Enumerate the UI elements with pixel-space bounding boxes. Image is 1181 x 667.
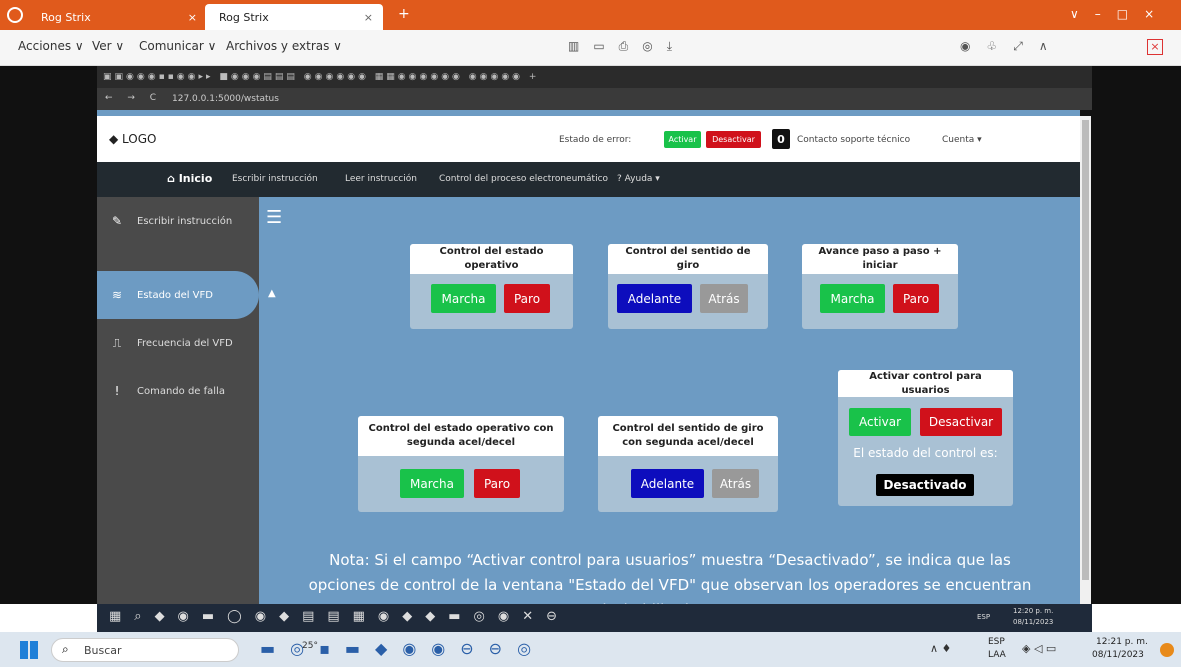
nav-help[interactable]: ? Ayuda ▾: [617, 174, 660, 184]
adelante-button[interactable]: Adelante: [631, 469, 704, 498]
nav-home[interactable]: ⌂ Inicio: [167, 172, 212, 185]
card-sentido-giro-segunda: Control del sentido de giro con segunda …: [598, 416, 778, 512]
remote-taskbar: ▦⌕◆◉▬◯◉◆▤▤▦◉◆◆▬◎◉✕⊖ ESP 12:20 p. m. 08/1…: [97, 604, 1092, 632]
marcha-button[interactable]: Marcha: [431, 284, 496, 313]
teamviewer-toolbar: Acciones ∨ Ver ∨ Comunicar ∨ Archivos y …: [0, 30, 1181, 66]
card-activar-control: Activar control para usuarios Activar De…: [838, 370, 1013, 506]
close-icon[interactable]: ×: [188, 11, 197, 24]
paro-button[interactable]: Paro: [893, 284, 939, 313]
exclamation-icon: !: [114, 384, 120, 398]
windows-start-icon[interactable]: [20, 641, 38, 659]
notification-badge[interactable]: [1160, 643, 1174, 657]
activar-button[interactable]: Activar: [849, 408, 911, 436]
main-navbar: ⌂ Inicio Escribir instrucción Leer instr…: [97, 162, 1080, 197]
nav-read[interactable]: Leer instrucción: [345, 174, 417, 184]
mouse-cursor-icon: ▲: [268, 288, 276, 299]
sidebar-item-escribir[interactable]: ✎ Escribir instrucción: [97, 197, 259, 245]
error-count-badge: 0: [772, 129, 790, 149]
close-session-icon[interactable]: ×: [1147, 39, 1163, 55]
browser-tab-strip[interactable]: ▣▣◉◉◉▪▪◉◉▸▸ ■◉◉◉▤▤▤ ◉◉◉◉◉◉ ▦▦◉◉◉◉◉◉ ◉◉◉◉…: [97, 66, 1092, 88]
tab-rog-strix-1[interactable]: Rog Strix ×: [13, 4, 205, 30]
clock-date[interactable]: 08/11/2023: [1092, 650, 1144, 660]
card-estado-operativo-segunda: Control del estado operativo con segunda…: [358, 416, 564, 512]
scroll-thumb[interactable]: [1082, 120, 1089, 580]
card-title: Control del sentido de giro: [608, 244, 768, 274]
search-placeholder: Buscar: [84, 644, 122, 657]
desactivar-button[interactable]: Desactivar: [920, 408, 1002, 436]
menu-archivos[interactable]: Archivos y extras ∨: [226, 39, 342, 53]
edit-icon: ✎: [111, 214, 123, 228]
atras-button[interactable]: Atrás: [712, 469, 759, 498]
page-scrollbar[interactable]: [1080, 116, 1091, 604]
taskbar-search[interactable]: ⌕ Buscar: [51, 638, 239, 662]
sidebar-item-frecuencia[interactable]: ⎍ Frecuencia del VFD: [97, 319, 259, 367]
card-estado-operativo: Control del estado operativo Marcha Paro: [410, 244, 573, 329]
tab-rog-strix-2[interactable]: Rog Strix ×: [205, 4, 383, 30]
remote-taskbar-icons[interactable]: ▦⌕◆◉▬◯◉◆▤▤▦◉◆◆▬◎◉✕⊖: [109, 609, 570, 624]
hamburger-icon[interactable]: ☰: [266, 207, 282, 228]
clock-time[interactable]: 12:21 p. m.: [1096, 637, 1148, 647]
sidebar-item-falla[interactable]: ! Comando de falla: [97, 367, 259, 415]
marcha-button[interactable]: Marcha: [400, 469, 464, 498]
card-title: Avance paso a paso + iniciar: [802, 244, 958, 274]
close-icon[interactable]: ×: [364, 11, 373, 24]
card-title: Activar control para usuarios: [838, 370, 1013, 397]
lang-laa[interactable]: LAA: [988, 650, 1006, 660]
wave-icon: ⎍: [112, 335, 122, 350]
browser-address-bar[interactable]: ← → C 127.0.0.1:5000/wstatus: [97, 88, 1092, 110]
menu-comunicar[interactable]: Comunicar ∨: [139, 39, 216, 53]
account-menu[interactable]: Cuenta ▾: [942, 135, 982, 145]
card-avance-paso: Avance paso a paso + iniciar Marcha Paro: [802, 244, 958, 329]
paro-button[interactable]: Paro: [474, 469, 520, 498]
teamviewer-tabbar: Rog Strix × Rog Strix × + ∨–□×: [0, 0, 1181, 30]
nav-control[interactable]: Control del proceso electroneumático: [439, 174, 608, 184]
card-title: Control del estado operativo con segunda…: [358, 416, 564, 456]
sidebar: ✎ Escribir instrucción ≋ Estado del VFD ⎍ F…: [97, 197, 259, 604]
card-title: Control del sentido de giro con segunda …: [598, 416, 778, 456]
logo[interactable]: ◆ LOGO: [109, 132, 157, 146]
card-sentido-giro: Control del sentido de giro Adelante Atr…: [608, 244, 768, 329]
paro-button[interactable]: Paro: [504, 284, 550, 313]
menu-acciones[interactable]: Acciones ∨: [18, 39, 84, 53]
network-volume-icons[interactable]: ◈ ◁ ▭: [1022, 642, 1056, 655]
sidebar-item-estado[interactable]: ≋ Estado del VFD: [97, 271, 259, 319]
top-navbar: ◆ LOGO Estado de error: Activar Desactiv…: [97, 116, 1080, 162]
new-tab-button[interactable]: +: [398, 6, 410, 22]
nav-write[interactable]: Escribir instrucción: [232, 174, 318, 184]
logo-text: LOGO: [122, 132, 157, 146]
adelante-button[interactable]: Adelante: [617, 284, 692, 313]
support-link[interactable]: Contacto soporte técnico: [797, 135, 910, 145]
error-activar-button[interactable]: Activar: [664, 131, 701, 148]
control-state-label: El estado del control es:: [853, 446, 998, 460]
taskbar-app-icons[interactable]: ▬◎▪▬◆◉◉⊖⊖◎: [260, 639, 546, 658]
remote-time: 12:20 p. m.: [1013, 607, 1054, 615]
control-state-badge: Desactivado: [876, 474, 974, 496]
home-icon: ⌂: [167, 172, 179, 185]
atras-button[interactable]: Atrás: [700, 284, 748, 313]
error-desactivar-button[interactable]: Desactivar: [706, 131, 761, 148]
layers-icon: ≋: [111, 288, 123, 302]
lang-esp[interactable]: ESP: [988, 637, 1005, 647]
marcha-button[interactable]: Marcha: [820, 284, 885, 313]
search-icon: ⌕: [62, 642, 69, 656]
tray-icons[interactable]: ∧ ♦: [930, 642, 951, 655]
card-title: Control del estado operativo: [410, 244, 573, 274]
window-controls[interactable]: ∨–□×: [1070, 7, 1170, 21]
url-text[interactable]: 127.0.0.1:5000/wstatus: [172, 94, 279, 104]
remote-date: 08/11/2023: [1013, 618, 1054, 626]
menu-ver[interactable]: Ver ∨: [92, 39, 124, 53]
error-state-label: Estado de error:: [559, 135, 632, 145]
toolbar-right-icons[interactable]: ◉♧⤢∧: [960, 39, 1064, 54]
nav-arrows-icon[interactable]: ← → C: [105, 93, 162, 103]
windows-taskbar: ⌕ Buscar 25° ▬◎▪▬◆◉◉⊖⊖◎ ∧ ♦ ESP LAA ◈ ◁ …: [0, 632, 1181, 667]
toolbar-icons[interactable]: ▥▭⎙◎⤓: [568, 39, 686, 54]
remote-lang: ESP: [977, 613, 991, 621]
